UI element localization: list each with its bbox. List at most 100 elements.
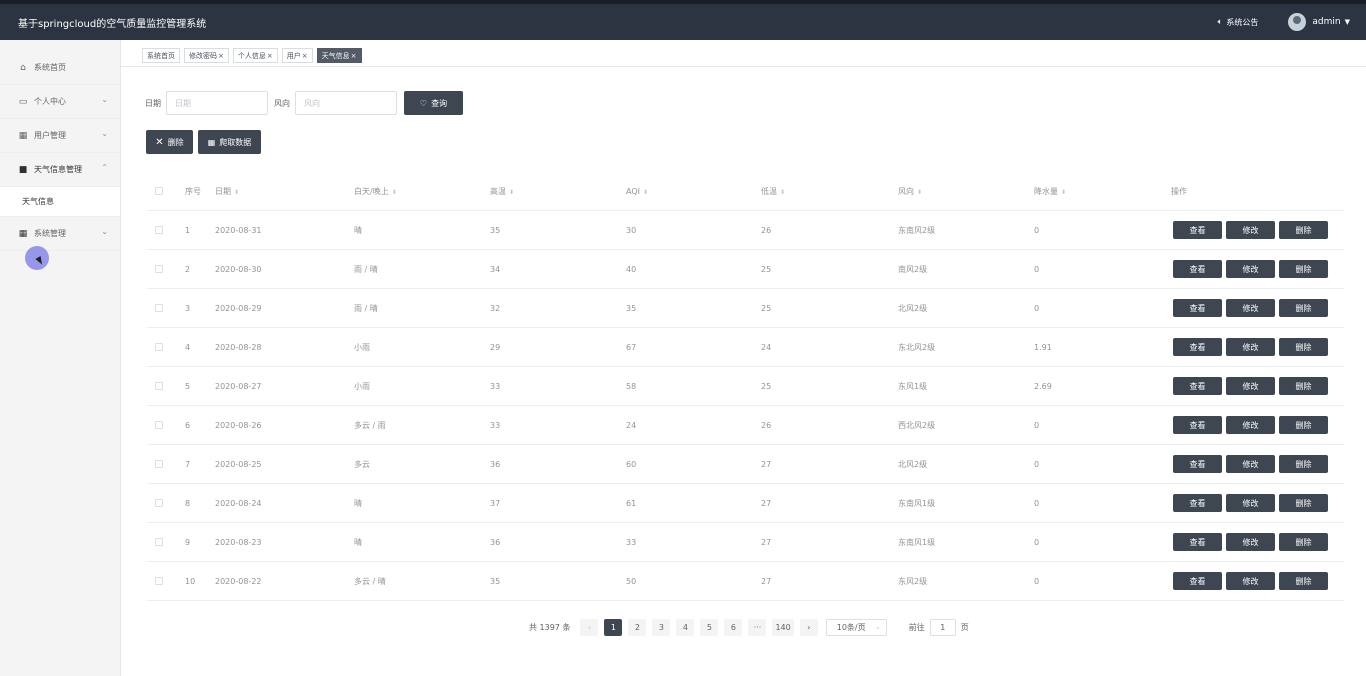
sidebar-subitem-weather-info[interactable]: 天气信息 (0, 187, 120, 217)
edit-button[interactable]: 修改 (1226, 455, 1275, 473)
cell-index: 1 (185, 225, 191, 235)
page-3[interactable]: 3 (652, 619, 671, 636)
delete-button[interactable]: 删除 (1279, 260, 1328, 278)
cell-index: 2 (185, 264, 191, 274)
cell-daynight: 晴 (354, 225, 362, 235)
delete-button[interactable]: 删除 (1279, 338, 1328, 356)
sidebar-item-home[interactable]: ⌂ 系统首页 (0, 51, 120, 85)
edit-button[interactable]: 修改 (1226, 572, 1275, 590)
col-aqi-header[interactable]: AQI ⬍ (626, 187, 648, 196)
row-checkbox[interactable] (155, 226, 163, 234)
col-wind-header[interactable]: 风向 ⬍ (898, 186, 922, 197)
user-menu[interactable]: admin ▼ (1288, 13, 1350, 31)
table-row: 7 2020-08-25 多云 36 60 27 北风2级 0 查看 修改 删除 (147, 445, 1344, 484)
edit-button[interactable]: 修改 (1226, 494, 1275, 512)
page-140[interactable]: 140 (772, 619, 794, 636)
page-4[interactable]: 4 (676, 619, 695, 636)
sidebar-item-system-management[interactable]: ▦ 系统管理 ⌄ (0, 217, 120, 251)
row-checkbox[interactable] (155, 343, 163, 351)
tab-weather-info[interactable]: 天气信息 × (316, 48, 362, 63)
page-jumper: 前往 1 页 (909, 619, 969, 636)
cell-index: 5 (185, 381, 191, 391)
notice-button[interactable]: 🔈︎ 系统公告 (1218, 17, 1259, 28)
col-rain-header[interactable]: 降水量 ⬍ (1034, 186, 1066, 197)
sidebar-item-weather-management[interactable]: ■ 天气信息管理 ⌃ (0, 153, 120, 187)
select-all-checkbox[interactable] (155, 187, 163, 195)
chart-icon: ▦ (207, 137, 216, 147)
view-button[interactable]: 查看 (1173, 455, 1222, 473)
close-icon[interactable]: × (218, 52, 224, 60)
delete-button[interactable]: 删除 (1279, 416, 1328, 434)
edit-button[interactable]: 修改 (1226, 533, 1275, 551)
row-checkbox[interactable] (155, 265, 163, 273)
col-daynight-header[interactable]: 白天/晚上 ⬍ (354, 186, 397, 197)
page-5[interactable]: 5 (700, 619, 719, 636)
delete-button[interactable]: 删除 (1279, 377, 1328, 395)
tab-user[interactable]: 用户 × (281, 48, 313, 63)
sidebar-item-personal-center[interactable]: ▭ 个人中心 ⌄ (0, 85, 120, 119)
col-date: 日期 (215, 186, 231, 196)
page-2[interactable]: 2 (628, 619, 647, 636)
view-button[interactable]: 查看 (1173, 338, 1222, 356)
view-button[interactable]: 查看 (1173, 533, 1222, 551)
tab-home[interactable]: 系统首页 (142, 48, 180, 63)
col-low-header[interactable]: 低温 ⬍ (761, 186, 785, 197)
delete-button[interactable]: 删除 (1279, 533, 1328, 551)
edit-button[interactable]: 修改 (1226, 416, 1275, 434)
table-header: 序号 日期 ⬍ 白天/晚上 ⬍ 高温 ⬍ AQI ⬍ 低温 ⬍ 风向 ⬍ 降水量 ⬍ 操作 (147, 172, 1344, 211)
delete-button[interactable]: 删除 (1279, 299, 1328, 317)
view-button[interactable]: 查看 (1173, 260, 1222, 278)
close-icon[interactable]: × (351, 52, 357, 60)
close-icon[interactable]: × (302, 52, 308, 60)
row-checkbox[interactable] (155, 421, 163, 429)
delete-button[interactable]: 删除 (1279, 455, 1328, 473)
chevron-up-icon: ⌃ (101, 163, 108, 172)
prev-page-button[interactable]: ‹ (580, 619, 599, 636)
close-icon[interactable]: × (267, 52, 273, 60)
edit-button[interactable]: 修改 (1226, 299, 1275, 317)
page-size-value: 10条/页 (836, 623, 866, 632)
delete-button[interactable]: 删除 (1279, 221, 1328, 239)
edit-button[interactable]: 修改 (1226, 377, 1275, 395)
col-aqi: AQI (626, 186, 640, 196)
date-input[interactable]: 日期 (166, 91, 268, 115)
sort-icon: ⬍ (234, 188, 240, 196)
cell-daynight: 多云 / 雨 (354, 420, 386, 430)
query-button[interactable]: ♡ 查询 (404, 91, 463, 115)
row-checkbox[interactable] (155, 382, 163, 390)
view-button[interactable]: 查看 (1173, 299, 1222, 317)
tab-personal-info[interactable]: 个人信息 × (232, 48, 278, 63)
cell-rain: 0 (1034, 303, 1040, 313)
edit-button[interactable]: 修改 (1226, 221, 1275, 239)
goto-page-input[interactable]: 1 (929, 619, 956, 636)
cell-wind: 北风2级 (898, 459, 928, 469)
sidebar-item-label: 系统管理 (34, 229, 66, 238)
row-checkbox[interactable] (155, 304, 163, 312)
page-size-select[interactable]: 10条/页 ⌄ (825, 619, 887, 636)
more-pages[interactable]: ··· (748, 619, 767, 636)
sidebar-item-user-management[interactable]: ▦ 用户管理 ⌄ (0, 119, 120, 153)
col-high-header[interactable]: 高温 ⬍ (490, 186, 514, 197)
crawl-data-button[interactable]: ▦ 爬取数据 (198, 130, 261, 154)
row-checkbox[interactable] (155, 577, 163, 585)
col-date-header[interactable]: 日期 ⬍ (215, 186, 239, 197)
view-button[interactable]: 查看 (1173, 416, 1222, 434)
view-button[interactable]: 查看 (1173, 572, 1222, 590)
tab-change-password[interactable]: 修改密码 × (184, 48, 229, 63)
edit-button[interactable]: 修改 (1226, 260, 1275, 278)
delete-button[interactable]: 删除 (1279, 572, 1328, 590)
tab-label: 个人信息 (237, 51, 266, 60)
wind-input[interactable]: 风向 (295, 91, 397, 115)
page-6[interactable]: 6 (724, 619, 743, 636)
batch-delete-button[interactable]: ✕ 删除 (146, 130, 193, 154)
delete-button[interactable]: 删除 (1279, 494, 1328, 512)
page-1[interactable]: 1 (604, 619, 623, 636)
next-page-button[interactable]: › (799, 619, 818, 636)
view-button[interactable]: 查看 (1173, 221, 1222, 239)
view-button[interactable]: 查看 (1173, 494, 1222, 512)
view-button[interactable]: 查看 (1173, 377, 1222, 395)
row-checkbox[interactable] (155, 538, 163, 546)
row-checkbox[interactable] (155, 460, 163, 468)
row-checkbox[interactable] (155, 499, 163, 507)
edit-button[interactable]: 修改 (1226, 338, 1275, 356)
